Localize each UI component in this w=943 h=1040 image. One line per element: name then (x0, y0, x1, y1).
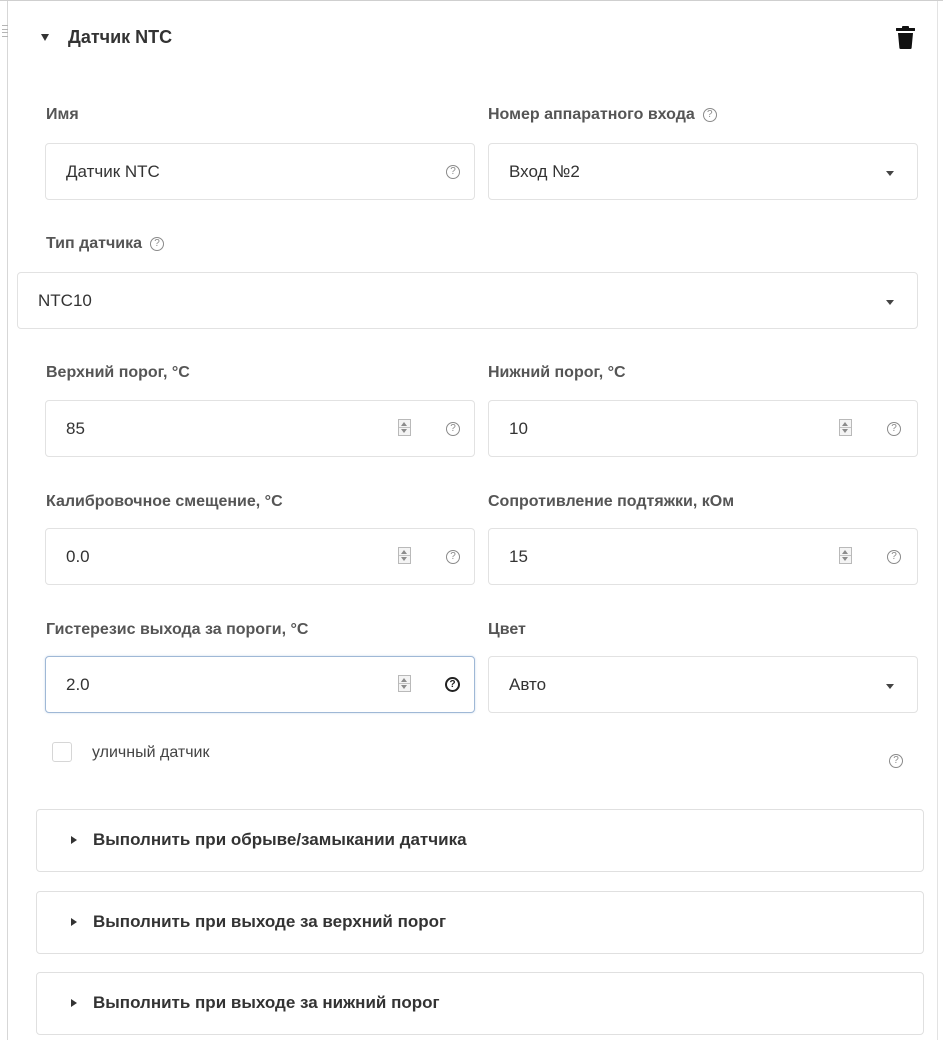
panel-title[interactable]: Датчик NTC (68, 27, 172, 48)
name-label: Имя (46, 106, 79, 124)
hardware-input-select[interactable]: Вход №2 (488, 143, 918, 200)
chevron-down-icon[interactable] (886, 300, 894, 305)
lower-threshold-label: Нижний порог, °C (488, 364, 626, 382)
number-spinner[interactable] (398, 419, 411, 436)
upper-threshold-input[interactable]: 85 ? (45, 400, 475, 457)
pullup-resistance-label: Сопротивление подтяжки, кОм (488, 493, 734, 511)
help-icon[interactable]: ? (446, 549, 460, 564)
action-label[interactable]: Выполнить при выходе за нижний порог (93, 993, 440, 1013)
pullup-resistance-label-text: Сопротивление подтяжки, кОм (488, 493, 735, 510)
color-label: Цвет (488, 621, 526, 639)
help-icon[interactable]: ? (887, 549, 901, 564)
action-on-lower-threshold[interactable]: Выполнить при выходе за нижний порог (36, 972, 924, 1035)
sensor-type-label-text: Тип датчика (46, 235, 143, 252)
panel-right-border (937, 1, 938, 1040)
help-icon[interactable]: ? (446, 164, 460, 179)
color-value[interactable]: Авто (509, 675, 546, 695)
help-icon[interactable]: ? (445, 677, 460, 692)
outdoor-sensor-checkbox[interactable] (52, 742, 72, 762)
outdoor-sensor-label[interactable]: уличный датчик (92, 744, 209, 762)
number-spinner[interactable] (839, 547, 852, 564)
sensor-type-value[interactable]: NTC10 (38, 291, 92, 311)
caret-right-icon[interactable] (71, 999, 77, 1007)
calibration-offset-value[interactable]: 0.0 (66, 547, 90, 567)
calibration-offset-input[interactable]: 0.0 ? (45, 528, 475, 585)
action-label[interactable]: Выполнить при выходе за верхний порог (93, 912, 446, 932)
upper-threshold-value[interactable]: 85 (66, 419, 85, 439)
pullup-resistance-value[interactable]: 15 (509, 547, 528, 567)
action-on-upper-threshold[interactable]: Выполнить при выходе за верхний порог (36, 891, 924, 954)
help-icon[interactable]: ? (702, 108, 717, 122)
calibration-offset-label-text: Калибровочное смещение, °C (46, 493, 283, 510)
help-icon[interactable]: ? (887, 421, 901, 436)
color-select[interactable]: Авто (488, 656, 918, 713)
upper-threshold-label-text: Верхний порог, °C (46, 364, 190, 381)
lower-threshold-value[interactable]: 10 (509, 419, 528, 439)
number-spinner[interactable] (839, 419, 852, 436)
hysteresis-label: Гистерезис выхода за пороги, °C (46, 621, 308, 639)
hardware-input-label: Номер аппаратного входа ? (488, 106, 717, 124)
help-icon[interactable]: ? (889, 754, 903, 768)
hysteresis-value[interactable]: 2.0 (66, 675, 90, 695)
number-spinner[interactable] (398, 547, 411, 564)
sensor-type-select[interactable]: NTC10 (17, 272, 918, 329)
hysteresis-input[interactable]: 2.0 ? (45, 656, 475, 713)
caret-down-icon[interactable] (41, 34, 49, 41)
lower-threshold-label-text: Нижний порог, °C (488, 364, 626, 381)
hardware-input-value[interactable]: Вход №2 (509, 162, 580, 182)
name-label-text: Имя (46, 106, 79, 123)
action-label[interactable]: Выполнить при обрыве/замыкании датчика (93, 830, 467, 850)
sensor-settings-panel: Датчик NTC Имя Номер аппаратного входа ?… (0, 0, 943, 1040)
number-spinner[interactable] (398, 675, 411, 692)
pullup-resistance-input[interactable]: 15 ? (488, 528, 918, 585)
caret-right-icon[interactable] (71, 836, 77, 844)
trash-icon[interactable] (896, 26, 915, 49)
panel-left-border (7, 1, 8, 1040)
help-icon[interactable]: ? (150, 237, 165, 251)
drag-handle-icon[interactable] (2, 25, 8, 37)
chevron-down-icon[interactable] (886, 171, 894, 176)
sensor-type-label: Тип датчика ? (46, 235, 165, 253)
color-label-text: Цвет (488, 621, 526, 638)
chevron-down-icon[interactable] (886, 684, 894, 689)
lower-threshold-input[interactable]: 10 ? (488, 400, 918, 457)
name-input[interactable]: Датчик NTC ? (45, 143, 475, 200)
calibration-offset-label: Калибровочное смещение, °C (46, 493, 283, 511)
hardware-input-label-text: Номер аппаратного входа (488, 106, 695, 123)
action-on-sensor-fault[interactable]: Выполнить при обрыве/замыкании датчика (36, 809, 924, 872)
name-input-value[interactable]: Датчик NTC (66, 162, 160, 182)
help-icon[interactable]: ? (446, 421, 460, 436)
caret-right-icon[interactable] (71, 918, 77, 926)
hysteresis-label-text: Гистерезис выхода за пороги, °C (46, 621, 309, 638)
upper-threshold-label: Верхний порог, °C (46, 364, 190, 382)
